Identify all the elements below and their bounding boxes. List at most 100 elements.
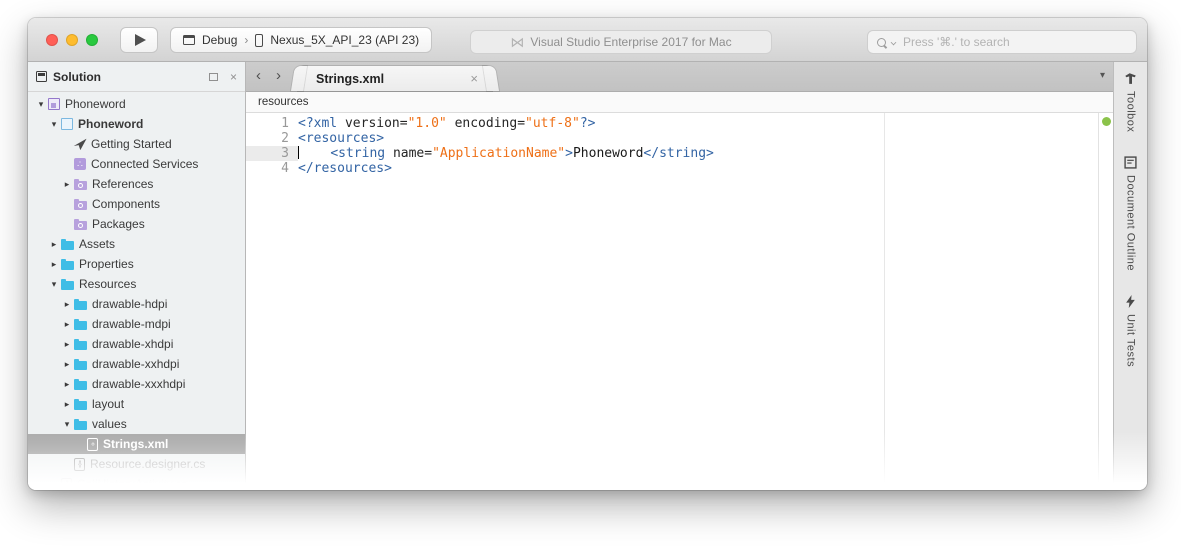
tree-item-label: Components	[92, 197, 161, 211]
tree-item[interactable]: ▸ drawable-xxxhdpi	[28, 374, 245, 394]
tree-item[interactable]: ▸ References	[28, 174, 245, 194]
tree-item[interactable]: Getting Started	[28, 134, 245, 154]
expand-arrow-icon[interactable]: ▸	[60, 299, 74, 310]
expand-arrow-icon[interactable]: ▸	[60, 399, 74, 410]
line-number: 2	[281, 131, 289, 146]
document-outline-icon	[1124, 156, 1137, 170]
pad-dock-button[interactable]	[208, 71, 218, 83]
tree-item[interactable]: ▸ drawable-xxhdpi	[28, 354, 245, 374]
tree-item[interactable]: ▾ Phoneword	[28, 114, 245, 134]
code-line-text: </resources>	[298, 161, 1097, 176]
tree-item[interactable]: ▸ drawable-mdpi	[28, 314, 245, 334]
tree-item[interactable]: ▾ Resources	[28, 274, 245, 294]
tree-item[interactable]: Resource.designer.cs	[28, 454, 245, 474]
tree-item-label: drawable-hdpi	[92, 297, 168, 311]
pad-close-button[interactable]: ×	[230, 71, 237, 83]
run-configuration-selector[interactable]: Debug › Nexus_5X_API_23 (API 23)	[170, 27, 433, 53]
expand-arrow-icon[interactable]: ▸	[47, 259, 61, 270]
device-label: Nexus_5X_API_23 (API 23)	[270, 33, 420, 47]
breadcrumb-item[interactable]: resources	[258, 96, 309, 108]
code-editor[interactable]: 1 <?xml version="1.0" encoding="utf-8"?> 2…	[246, 116, 1097, 176]
collapse-arrow-icon[interactable]: ▾	[34, 99, 48, 110]
editor-column: ‹ › Strings.xml × ▾ resources 1 <?xml ver…	[246, 62, 1113, 490]
expand-arrow-icon[interactable]: ▸	[60, 179, 74, 190]
code-line-text: <string name="ApplicationName">Phoneword…	[298, 146, 1097, 161]
right-dock-bar: Toolbox Document Outline Unit Tests	[1113, 62, 1147, 490]
tree-item[interactable]: Strings.xml	[28, 434, 245, 454]
tree-item[interactable]: Components	[28, 194, 245, 214]
tree-item[interactable]: ▸ drawable-hdpi	[28, 294, 245, 314]
expand-arrow-icon[interactable]: ▸	[60, 359, 74, 370]
services-icon	[74, 158, 86, 170]
navigate-forward-button[interactable]: ›	[276, 67, 281, 84]
tree-item-label: Assets	[79, 237, 116, 251]
code-area[interactable]: 1 <?xml version="1.0" encoding="utf-8"?> 2…	[246, 113, 1113, 490]
tree-item[interactable]: ▸ layout	[28, 394, 245, 414]
tree-item[interactable]: ▾ Phoneword	[28, 94, 245, 114]
unit-tests-lightning-icon	[1125, 295, 1136, 309]
navigate-back-button[interactable]: ‹	[256, 67, 261, 84]
line-number: 3	[246, 146, 298, 161]
code-line[interactable]: 1 <?xml version="1.0" encoding="utf-8"?>	[246, 116, 1097, 131]
code-token: >	[565, 146, 573, 161]
tree-item-label: values	[92, 417, 127, 431]
expand-arrow-icon[interactable]: ▸	[47, 239, 61, 250]
cs-file-icon	[61, 477, 72, 490]
tree-item-label: Packages	[92, 217, 145, 231]
expand-arrow-icon[interactable]: ▸	[60, 339, 74, 350]
tree-item[interactable]: ▾ values	[28, 414, 245, 434]
tree-item[interactable]: Connected Services	[28, 154, 245, 174]
tree-item[interactable]: ▸ drawable-xhdpi	[28, 334, 245, 354]
folder-purple-icon	[74, 178, 87, 190]
code-line[interactable]: 3 <string name="ApplicationName">Phonewo…	[246, 146, 1097, 161]
collapse-arrow-icon[interactable]: ▾	[47, 279, 61, 290]
tree-item-label: layout	[92, 397, 125, 411]
tab-list-dropdown-icon[interactable]: ▾	[1100, 70, 1105, 81]
tab-strings-xml[interactable]: Strings.xml ×	[298, 66, 492, 91]
titlebar[interactable]: Debug › Nexus_5X_API_23 (API 23) ⋈ Visua…	[28, 18, 1147, 62]
indicator-margin[interactable]	[1098, 113, 1113, 490]
visual-studio-logo-icon: ⋈	[510, 34, 525, 50]
close-window-button[interactable]	[46, 34, 58, 46]
expand-arrow-icon[interactable]: ▸	[60, 319, 74, 330]
code-token: "1.0"	[407, 116, 447, 131]
solution-pad-icon	[36, 71, 47, 82]
breadcrumb-bar[interactable]: resources	[246, 92, 1113, 113]
folder-blue-icon	[74, 298, 87, 310]
tree-item-label: Getting Started	[91, 137, 172, 151]
dock-tab-toolbox[interactable]: Toolbox	[1124, 72, 1137, 132]
dock-tab-unit-tests[interactable]: Unit Tests	[1125, 295, 1137, 368]
folder-purple-icon	[74, 198, 87, 210]
code-token: Phoneword	[572, 146, 644, 161]
rocket-icon	[73, 137, 86, 150]
collapse-arrow-icon[interactable]: ▾	[47, 119, 61, 130]
folder-blue-icon	[74, 358, 87, 370]
tree-item[interactable]: ▸ Assets	[28, 234, 245, 254]
health-indicator-dot[interactable]	[1102, 117, 1111, 126]
code-line[interactable]: 2 <resources>	[246, 131, 1097, 146]
global-search-field[interactable]: Press '⌘.' to search	[867, 30, 1137, 54]
play-icon	[135, 34, 146, 46]
folder-blue-icon	[74, 318, 87, 330]
window-title-button: ⋈ Visual Studio Enterprise 2017 for Mac	[470, 30, 772, 54]
vs-mac-window: Debug › Nexus_5X_API_23 (API 23) ⋈ Visua…	[28, 18, 1147, 490]
chevron-separator-icon: ›	[244, 33, 249, 47]
collapse-arrow-icon[interactable]: ▾	[60, 419, 74, 430]
expand-arrow-icon[interactable]: ▸	[60, 379, 74, 390]
tab-close-icon[interactable]: ×	[470, 71, 478, 86]
dock-tab-document-outline[interactable]: Document Outline	[1124, 156, 1137, 271]
zoom-window-button[interactable]	[86, 34, 98, 46]
code-token: <resources>	[298, 131, 385, 146]
search-placeholder: Press '⌘.' to search	[903, 35, 1010, 49]
code-token: "utf-8"	[525, 116, 580, 131]
run-button[interactable]	[120, 27, 158, 53]
tree-item[interactable]: Packages	[28, 214, 245, 234]
minimize-window-button[interactable]	[66, 34, 78, 46]
folder-blue-icon	[74, 378, 87, 390]
tree-item[interactable]: CallHistoryActivity.cs	[28, 474, 245, 490]
xml-file-icon	[87, 437, 98, 451]
code-line[interactable]: 4 </resources>	[246, 161, 1097, 176]
tree-item[interactable]: ▸ Properties	[28, 254, 245, 274]
